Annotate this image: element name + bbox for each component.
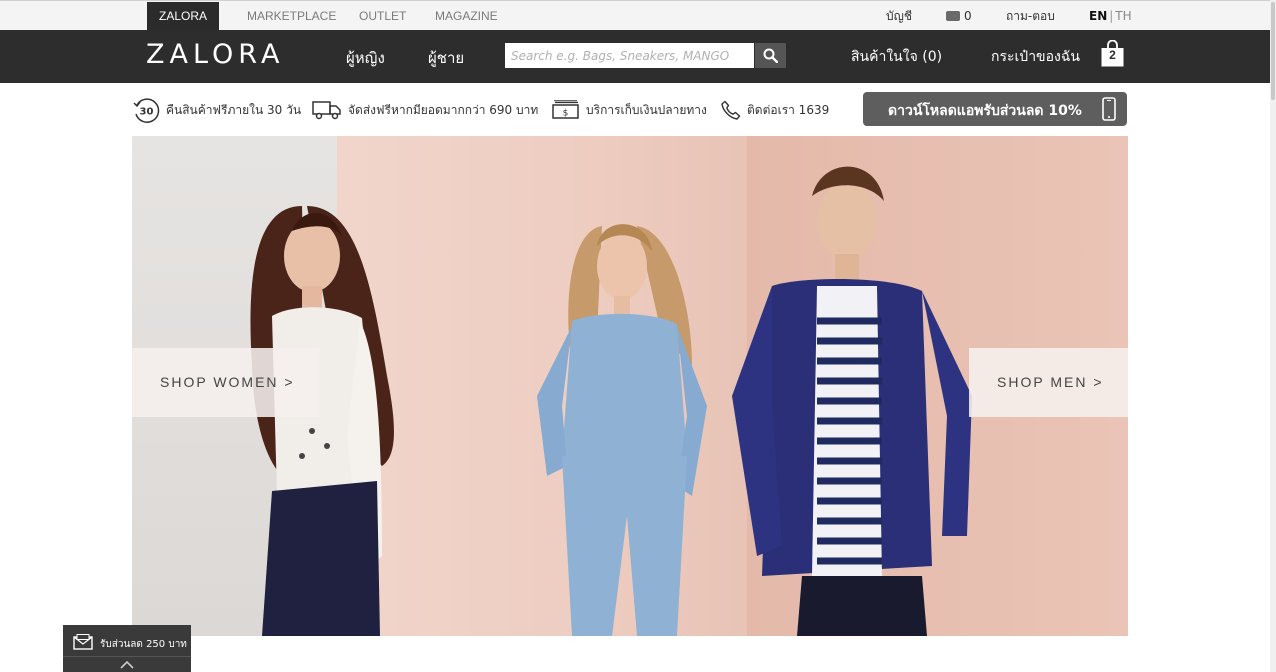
faq-link[interactable]: ถาม-ตอบ <box>1006 2 1055 31</box>
usp-contact[interactable]: ติดต่อเรา 1639 <box>721 92 829 128</box>
zalora-logo[interactable]: ZALORA <box>146 39 284 70</box>
search-button[interactable] <box>755 43 786 68</box>
lang-separator: | <box>1109 9 1114 23</box>
phone-icon <box>721 100 741 120</box>
wallet-icon <box>946 11 960 21</box>
usp-returns[interactable]: 30 คืนสินค้าฟรีภายใน 30 วัน <box>133 92 301 128</box>
mail-icon <box>73 634 93 650</box>
hero-banner[interactable]: SHOP WOMEN > SHOP MEN > <box>132 136 1128 636</box>
tab-outlet[interactable]: OUTLET <box>359 2 406 31</box>
chevron-up-icon <box>120 660 134 669</box>
language-switcher: EN | TH <box>1089 2 1132 31</box>
wallet-link[interactable]: 0 <box>946 2 972 31</box>
wallet-count: 0 <box>964 9 972 23</box>
shop-men-button[interactable]: SHOP MEN > <box>969 348 1128 417</box>
tab-marketplace[interactable]: MARKETPLACE <box>247 2 336 31</box>
bag-count: 2 <box>1109 48 1116 62</box>
usp-shipping-label: จัดส่งฟรีหากมียอดมากกว่า 690 บาท <box>348 102 539 117</box>
wishlist-link[interactable]: สินค้าในใจ (0) <box>851 46 942 68</box>
tab-zalora[interactable]: ZALORA <box>147 2 220 31</box>
main-header: ZALORA ผู้หญิง ผู้ชาย สินค้าในใจ (0) กระ… <box>0 30 1272 83</box>
usp-cod-label: บริการเก็บเงินปลายทาง <box>586 102 707 117</box>
page: ZALORA MARKETPLACE OUTLET MAGAZINE บัญชี… <box>0 0 1276 672</box>
model-woman-middle <box>537 224 707 636</box>
search-icon <box>763 48 778 63</box>
usp-cod[interactable]: $ บริการเก็บเงินปลายทาง <box>552 92 707 128</box>
tab-magazine[interactable]: MAGAZINE <box>435 2 498 31</box>
my-bag-link[interactable]: กระเป๋าของฉัน <box>991 46 1080 68</box>
return-30-icon: 30 <box>133 97 160 123</box>
return-30-badge: 30 <box>140 106 154 117</box>
usp-contact-label: ติดต่อเรา 1639 <box>747 102 830 117</box>
usp-shipping[interactable]: จัดส่งฟรีหากมียอดมากกว่า 690 บาท <box>312 92 538 128</box>
coupon-label: รับส่วนลด 250 บาท <box>100 639 187 650</box>
model-woman-left <box>250 206 394 636</box>
cash-icon: $ <box>552 100 579 119</box>
coupon-widget[interactable]: รับส่วนลด 250 บาท <box>63 625 191 672</box>
coupon-toggle[interactable] <box>63 656 191 672</box>
nav-women[interactable]: ผู้หญิง <box>346 46 385 70</box>
app-download-banner[interactable]: ดาวน์โหลดแอพรับส่วนลด 10% <box>863 92 1127 126</box>
truck-icon <box>312 101 341 120</box>
app-banner-label: ดาวน์โหลดแอพรับส่วนลด 10% <box>888 103 1082 119</box>
lang-th[interactable]: TH <box>1115 9 1131 23</box>
usp-returns-label: คืนสินค้าฟรีภายใน 30 วัน <box>166 102 302 117</box>
account-link[interactable]: บัญชี <box>886 2 912 31</box>
top-utility-bar: ZALORA MARKETPLACE OUTLET MAGAZINE บัญชี… <box>0 0 1276 31</box>
model-man-right <box>732 166 972 636</box>
scrollbar-thumb[interactable] <box>1271 2 1275 100</box>
svg-text:$: $ <box>563 109 569 119</box>
search-input[interactable] <box>505 43 754 68</box>
lang-en[interactable]: EN <box>1089 9 1107 23</box>
page-scrollbar[interactable] <box>1270 0 1276 672</box>
shop-women-button[interactable]: SHOP WOMEN > <box>132 348 319 417</box>
mobile-icon <box>1102 97 1116 121</box>
nav-men[interactable]: ผู้ชาย <box>428 46 464 70</box>
